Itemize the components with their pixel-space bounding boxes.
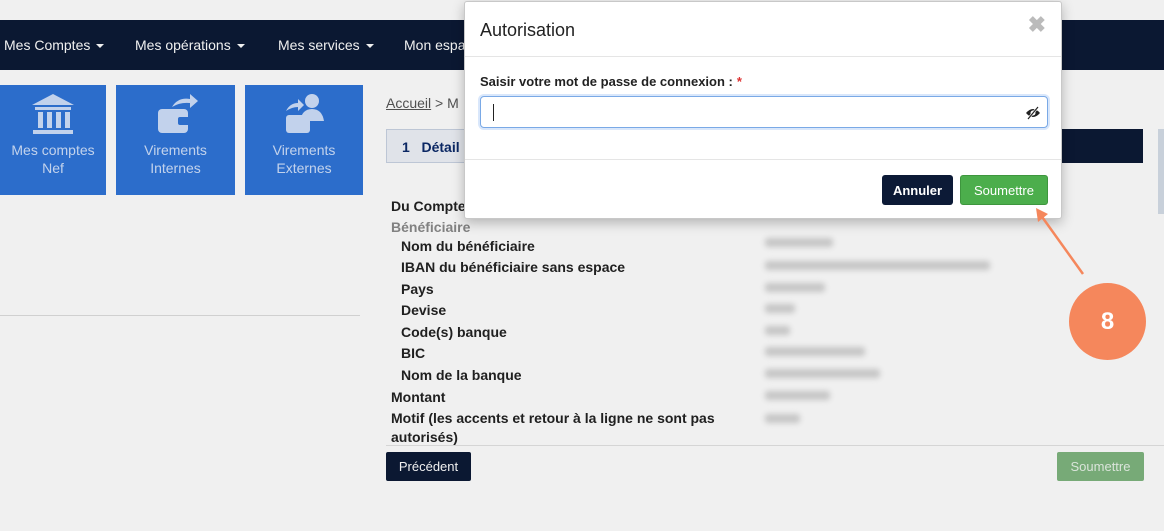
annotation-arrow [1036,208,1085,275]
step-badge: 8 [1069,283,1146,360]
